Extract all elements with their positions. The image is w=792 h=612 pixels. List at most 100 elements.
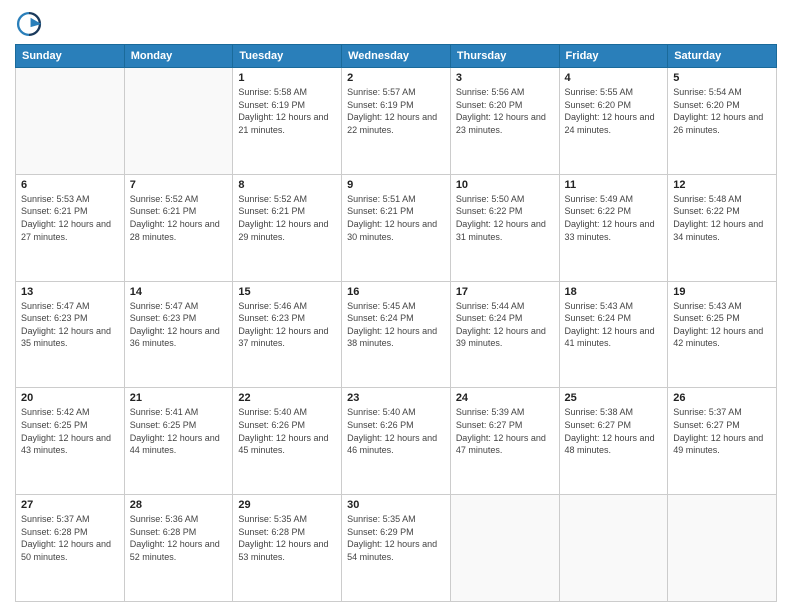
day-detail: Sunrise: 5:35 AMSunset: 6:29 PMDaylight:…	[347, 513, 445, 563]
calendar-cell: 11 Sunrise: 5:49 AMSunset: 6:22 PMDayligh…	[559, 174, 668, 281]
col-header-wednesday: Wednesday	[342, 45, 451, 68]
day-number: 26	[673, 392, 771, 404]
day-detail: Sunrise: 5:46 AMSunset: 6:23 PMDaylight:…	[238, 300, 336, 350]
day-detail: Sunrise: 5:36 AMSunset: 6:28 PMDaylight:…	[130, 513, 228, 563]
col-header-thursday: Thursday	[450, 45, 559, 68]
calendar-cell: 3 Sunrise: 5:56 AMSunset: 6:20 PMDaylight…	[450, 68, 559, 175]
day-detail: Sunrise: 5:47 AMSunset: 6:23 PMDaylight:…	[130, 300, 228, 350]
day-number: 9	[347, 179, 445, 191]
day-number: 28	[130, 499, 228, 511]
calendar-cell: 5 Sunrise: 5:54 AMSunset: 6:20 PMDaylight…	[668, 68, 777, 175]
calendar-cell	[668, 495, 777, 602]
calendar-cell: 9 Sunrise: 5:51 AMSunset: 6:21 PMDaylight…	[342, 174, 451, 281]
day-number: 5	[673, 72, 771, 84]
day-number: 30	[347, 499, 445, 511]
calendar-cell: 19 Sunrise: 5:43 AMSunset: 6:25 PMDayligh…	[668, 281, 777, 388]
day-number: 21	[130, 392, 228, 404]
day-number: 3	[456, 72, 554, 84]
calendar-cell: 16 Sunrise: 5:45 AMSunset: 6:24 PMDayligh…	[342, 281, 451, 388]
day-number: 25	[565, 392, 663, 404]
day-number: 12	[673, 179, 771, 191]
day-detail: Sunrise: 5:43 AMSunset: 6:25 PMDaylight:…	[673, 300, 771, 350]
calendar-cell: 10 Sunrise: 5:50 AMSunset: 6:22 PMDayligh…	[450, 174, 559, 281]
calendar-cell: 26 Sunrise: 5:37 AMSunset: 6:27 PMDayligh…	[668, 388, 777, 495]
calendar-cell: 4 Sunrise: 5:55 AMSunset: 6:20 PMDaylight…	[559, 68, 668, 175]
day-detail: Sunrise: 5:50 AMSunset: 6:22 PMDaylight:…	[456, 193, 554, 243]
day-detail: Sunrise: 5:56 AMSunset: 6:20 PMDaylight:…	[456, 86, 554, 136]
calendar-cell: 6 Sunrise: 5:53 AMSunset: 6:21 PMDaylight…	[16, 174, 125, 281]
calendar-table: SundayMondayTuesdayWednesdayThursdayFrid…	[15, 44, 777, 602]
day-number: 13	[21, 286, 119, 298]
calendar-cell	[559, 495, 668, 602]
day-number: 17	[456, 286, 554, 298]
day-detail: Sunrise: 5:43 AMSunset: 6:24 PMDaylight:…	[565, 300, 663, 350]
day-detail: Sunrise: 5:42 AMSunset: 6:25 PMDaylight:…	[21, 406, 119, 456]
calendar-cell: 1 Sunrise: 5:58 AMSunset: 6:19 PMDaylight…	[233, 68, 342, 175]
calendar-cell: 30 Sunrise: 5:35 AMSunset: 6:29 PMDayligh…	[342, 495, 451, 602]
day-number: 14	[130, 286, 228, 298]
day-detail: Sunrise: 5:47 AMSunset: 6:23 PMDaylight:…	[21, 300, 119, 350]
day-detail: Sunrise: 5:37 AMSunset: 6:27 PMDaylight:…	[673, 406, 771, 456]
calendar-cell: 14 Sunrise: 5:47 AMSunset: 6:23 PMDayligh…	[124, 281, 233, 388]
day-detail: Sunrise: 5:51 AMSunset: 6:21 PMDaylight:…	[347, 193, 445, 243]
day-number: 8	[238, 179, 336, 191]
day-number: 19	[673, 286, 771, 298]
day-detail: Sunrise: 5:48 AMSunset: 6:22 PMDaylight:…	[673, 193, 771, 243]
calendar-cell: 27Sunrise: 5:37 AMSunset: 6:28 PMDayligh…	[16, 495, 125, 602]
col-header-sunday: Sunday	[16, 45, 125, 68]
day-detail: Sunrise: 5:55 AMSunset: 6:20 PMDaylight:…	[565, 86, 663, 136]
day-detail: Sunrise: 5:38 AMSunset: 6:27 PMDaylight:…	[565, 406, 663, 456]
calendar-cell: 13 Sunrise: 5:47 AMSunset: 6:23 PMDayligh…	[16, 281, 125, 388]
col-header-monday: Monday	[124, 45, 233, 68]
day-detail: Sunrise: 5:35 AMSunset: 6:28 PMDaylight:…	[238, 513, 336, 563]
calendar-cell: 28 Sunrise: 5:36 AMSunset: 6:28 PMDayligh…	[124, 495, 233, 602]
calendar-cell: 20Sunrise: 5:42 AMSunset: 6:25 PMDayligh…	[16, 388, 125, 495]
calendar-cell: 29 Sunrise: 5:35 AMSunset: 6:28 PMDayligh…	[233, 495, 342, 602]
calendar-cell: 2 Sunrise: 5:57 AMSunset: 6:19 PMDaylight…	[342, 68, 451, 175]
day-detail: Sunrise: 5:49 AMSunset: 6:22 PMDaylight:…	[565, 193, 663, 243]
calendar-cell: 25 Sunrise: 5:38 AMSunset: 6:27 PMDayligh…	[559, 388, 668, 495]
calendar-cell: 8 Sunrise: 5:52 AMSunset: 6:21 PMDaylight…	[233, 174, 342, 281]
calendar-cell: 24 Sunrise: 5:39 AMSunset: 6:27 PMDayligh…	[450, 388, 559, 495]
calendar-cell	[16, 68, 125, 175]
day-number: 27	[21, 499, 119, 511]
day-detail: Sunrise: 5:58 AMSunset: 6:19 PMDaylight:…	[238, 86, 336, 136]
calendar-cell: 17 Sunrise: 5:44 AMSunset: 6:24 PMDayligh…	[450, 281, 559, 388]
logo	[15, 10, 47, 38]
col-header-saturday: Saturday	[668, 45, 777, 68]
calendar-cell	[124, 68, 233, 175]
calendar-cell: 7Sunrise: 5:52 AMSunset: 6:21 PMDaylight…	[124, 174, 233, 281]
calendar-cell: 18 Sunrise: 5:43 AMSunset: 6:24 PMDayligh…	[559, 281, 668, 388]
day-number: 15	[238, 286, 336, 298]
day-detail: Sunrise: 5:41 AMSunset: 6:25 PMDaylight:…	[130, 406, 228, 456]
col-header-tuesday: Tuesday	[233, 45, 342, 68]
day-detail: Sunrise: 5:44 AMSunset: 6:24 PMDaylight:…	[456, 300, 554, 350]
day-detail: Sunrise: 5:54 AMSunset: 6:20 PMDaylight:…	[673, 86, 771, 136]
day-number: 6	[21, 179, 119, 191]
col-header-friday: Friday	[559, 45, 668, 68]
day-detail: Sunrise: 5:52 AMSunset: 6:21 PMDaylight:…	[130, 193, 228, 243]
calendar-cell	[450, 495, 559, 602]
calendar-cell: 21 Sunrise: 5:41 AMSunset: 6:25 PMDayligh…	[124, 388, 233, 495]
day-number: 29	[238, 499, 336, 511]
day-number: 1	[238, 72, 336, 84]
day-detail: Sunrise: 5:40 AMSunset: 6:26 PMDaylight:…	[238, 406, 336, 456]
day-number: 18	[565, 286, 663, 298]
calendar-cell: 12 Sunrise: 5:48 AMSunset: 6:22 PMDayligh…	[668, 174, 777, 281]
day-detail: Sunrise: 5:57 AMSunset: 6:19 PMDaylight:…	[347, 86, 445, 136]
day-detail: Sunrise: 5:52 AMSunset: 6:21 PMDaylight:…	[238, 193, 336, 243]
day-detail: Sunrise: 5:53 AMSunset: 6:21 PMDaylight:…	[21, 193, 119, 243]
calendar-cell: 15 Sunrise: 5:46 AMSunset: 6:23 PMDayligh…	[233, 281, 342, 388]
day-number: 22	[238, 392, 336, 404]
day-number: 16	[347, 286, 445, 298]
day-number: 24	[456, 392, 554, 404]
day-number: 11	[565, 179, 663, 191]
day-number: 2	[347, 72, 445, 84]
day-detail: Sunrise: 5:45 AMSunset: 6:24 PMDaylight:…	[347, 300, 445, 350]
day-number: 4	[565, 72, 663, 84]
day-detail: Sunrise: 5:39 AMSunset: 6:27 PMDaylight:…	[456, 406, 554, 456]
day-detail: Sunrise: 5:40 AMSunset: 6:26 PMDaylight:…	[347, 406, 445, 456]
calendar-cell: 22 Sunrise: 5:40 AMSunset: 6:26 PMDayligh…	[233, 388, 342, 495]
day-number: 23	[347, 392, 445, 404]
day-number: 10	[456, 179, 554, 191]
